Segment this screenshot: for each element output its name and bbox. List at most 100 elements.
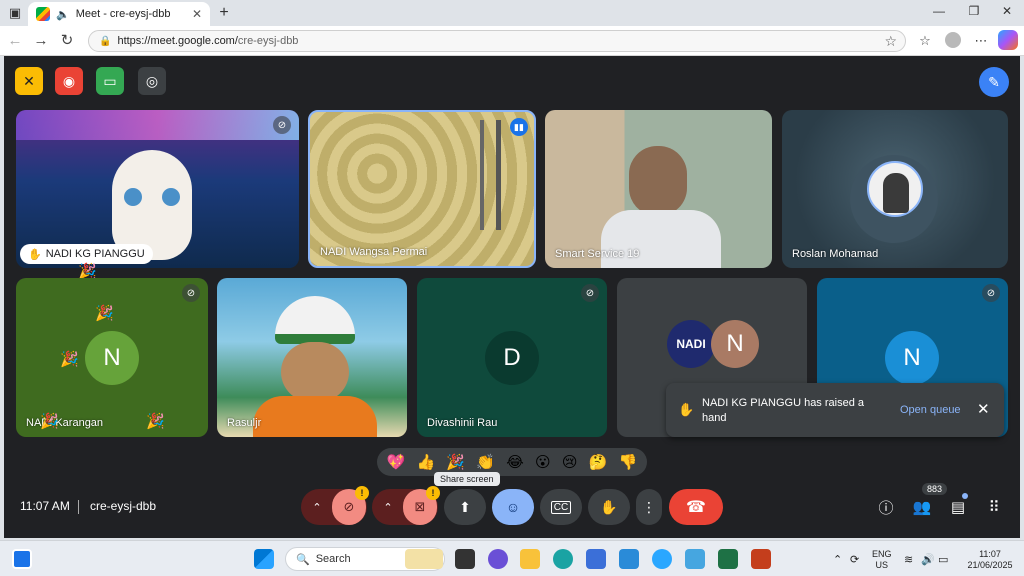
forward-icon[interactable]: → xyxy=(32,32,50,50)
mic-options-chevron-icon[interactable]: ⌃ xyxy=(302,501,332,514)
battery-icon[interactable]: ▭ xyxy=(938,553,948,566)
minimize-icon[interactable]: — xyxy=(930,4,948,18)
profile-avatar[interactable] xyxy=(945,32,961,48)
site-info-icon[interactable]: 🔒 xyxy=(99,36,111,47)
tab-actions-icon[interactable]: ▣ xyxy=(6,4,24,22)
participant-name: NADI Wangsa Permai xyxy=(320,246,428,258)
powerpoint-icon[interactable] xyxy=(751,549,771,569)
participant-tile[interactable]: Smart Service 19 xyxy=(545,110,772,268)
copilot-icon[interactable] xyxy=(998,30,1018,50)
hangup-icon: ☎ xyxy=(686,499,706,516)
volume-icon[interactable]: 🔊 xyxy=(921,553,935,566)
participant-tile[interactable]: Roslan Mohamad xyxy=(782,110,1008,268)
reload-icon[interactable]: ↻ xyxy=(58,32,76,50)
close-tab-icon[interactable]: ✕ xyxy=(192,7,202,21)
reaction-surprised[interactable]: 😮 xyxy=(535,453,551,471)
leave-call-button[interactable]: ☎ xyxy=(669,489,723,525)
edge-icon[interactable] xyxy=(553,549,573,569)
store-icon[interactable] xyxy=(586,549,606,569)
reaction-sparkling-heart[interactable]: 💖 xyxy=(387,453,406,471)
wifi-icon[interactable]: ≋ xyxy=(904,553,913,566)
reaction-party-popper[interactable]: 🎉 xyxy=(446,453,465,471)
taskbar-clock[interactable]: 11:07 21/06/2025 xyxy=(962,549,1018,571)
reaction-laughing[interactable]: 😂 xyxy=(506,453,524,471)
mic-off-icon: ⊘ xyxy=(982,284,1000,302)
copilot-app-icon[interactable] xyxy=(652,549,672,569)
open-queue-link[interactable]: Open queue xyxy=(900,404,961,416)
share-screen-tooltip: Share screen xyxy=(434,472,500,486)
reaction-thinking[interactable]: 🤔 xyxy=(589,453,608,471)
confetti-icon: 🎉 xyxy=(95,305,114,322)
url-field[interactable]: 🔒 https://meet.google.com/cre-eysj-dbb ☆ xyxy=(88,30,906,52)
browser-tab-meet[interactable]: 🔈 Meet - cre-eysj-dbb ✕ xyxy=(28,2,210,26)
meeting-info-icon[interactable]: ⓘ xyxy=(874,495,898,519)
share-screen-icon: ⬆ xyxy=(459,498,471,515)
participant-initial-avatar: N xyxy=(711,320,759,368)
confetti-icon: 🎉 xyxy=(146,413,165,430)
captions-button[interactable]: CC xyxy=(540,489,582,525)
camera-options-chevron-icon[interactable]: ⌃ xyxy=(373,501,403,514)
record-icon[interactable]: ◉ xyxy=(55,67,83,95)
windows-start-icon[interactable] xyxy=(254,549,274,569)
close-notification-icon[interactable]: ✕ xyxy=(977,400,990,418)
language-code: ENG xyxy=(872,549,892,559)
share-screen-button[interactable]: ⬆ xyxy=(444,489,486,525)
captions-icon: CC xyxy=(550,500,572,514)
terminal-icon[interactable] xyxy=(455,549,475,569)
devices-icon[interactable]: ▭ xyxy=(96,67,124,95)
teams-icon[interactable] xyxy=(488,549,508,569)
participant-name: Smart Service 19 xyxy=(555,248,640,260)
clock-time: 11:07 xyxy=(979,549,1001,559)
participant-initial-avatar: N xyxy=(885,331,939,385)
favorites-icon[interactable]: ☆ xyxy=(916,32,934,50)
speaking-indicator-icon: ▮▮ xyxy=(510,118,528,136)
mydigital-icon[interactable] xyxy=(619,549,639,569)
participant-tile[interactable]: D ⊘ Divashinii Rau xyxy=(417,278,607,437)
confetti-icon: 🎉 xyxy=(40,413,59,430)
fork-prop xyxy=(480,120,484,230)
eye-icon[interactable]: ◎ xyxy=(138,67,166,95)
reaction-thumbs-up[interactable]: 👍 xyxy=(417,453,436,471)
emoji-button[interactable]: ☺ xyxy=(492,489,534,525)
camera-warning-icon: ! xyxy=(426,486,440,500)
video-off-badge-icon[interactable]: ✕ xyxy=(15,67,43,95)
knife-prop xyxy=(496,120,501,230)
activities-grid-icon[interactable]: ⠿ xyxy=(982,495,1006,519)
favorite-star-icon[interactable]: ☆ xyxy=(884,33,897,50)
people-icon[interactable]: 👥 xyxy=(910,495,934,519)
new-tab-button[interactable]: + xyxy=(214,3,234,23)
task-view-icon[interactable] xyxy=(12,549,32,569)
participant-name: Divashinii Rau xyxy=(427,417,498,429)
close-window-icon[interactable]: ✕ xyxy=(998,4,1016,18)
person-shirt xyxy=(253,396,377,437)
person-head xyxy=(629,146,687,216)
url-path: cre-eysj-dbb xyxy=(237,35,299,47)
reaction-thumbs-down[interactable]: 👎 xyxy=(619,453,638,471)
windows-taskbar: 🔍 Search ⌃ ⟳ ENG US ≋ 🔊 ▭ 11:07 21/06/20… xyxy=(0,540,1024,576)
mic-off-icon: ⊘ xyxy=(182,284,200,302)
maximize-icon[interactable]: ❐ xyxy=(965,4,983,18)
raised-hand-notification: ✋ NADI KG PIANGGU has raised a hand Open… xyxy=(666,383,1004,437)
sync-icon[interactable]: ⟳ xyxy=(850,553,859,566)
file-explorer-icon[interactable] xyxy=(520,549,540,569)
more-options-button[interactable]: ⋮ xyxy=(636,489,662,525)
raised-hand-label: ✋ NADI KG PIANGGU xyxy=(20,244,153,264)
participant-tile[interactable]: Rasuljr xyxy=(217,278,407,437)
avatar-eye xyxy=(124,188,142,206)
tray-chevron-icon[interactable]: ⌃ xyxy=(833,553,842,566)
back-icon[interactable]: ← xyxy=(6,32,24,50)
participant-tile[interactable]: ▮▮ NADI Wangsa Permai xyxy=(308,110,536,268)
tab-title: Meet - cre-eysj-dbb xyxy=(75,8,171,20)
language-indicator[interactable]: ENG US xyxy=(872,549,892,571)
raise-hand-button[interactable]: ✋ xyxy=(588,489,630,525)
nadi-logo: NADI xyxy=(667,320,715,368)
edit-pencil-icon[interactable]: ✎ xyxy=(979,67,1009,97)
more-options-icon[interactable]: ⋯ xyxy=(972,32,990,50)
reaction-clapping[interactable]: 👏 xyxy=(476,453,495,471)
reaction-sad[interactable]: 😢 xyxy=(562,453,578,471)
excel-icon[interactable] xyxy=(718,549,738,569)
security-app-icon[interactable] xyxy=(685,549,705,569)
mic-off-icon: ⊘ xyxy=(273,116,291,134)
speaker-icon[interactable]: 🔈 xyxy=(56,8,70,21)
participant-tile[interactable]: ⊘ ✋ NADI KG PIANGGU xyxy=(16,110,299,268)
